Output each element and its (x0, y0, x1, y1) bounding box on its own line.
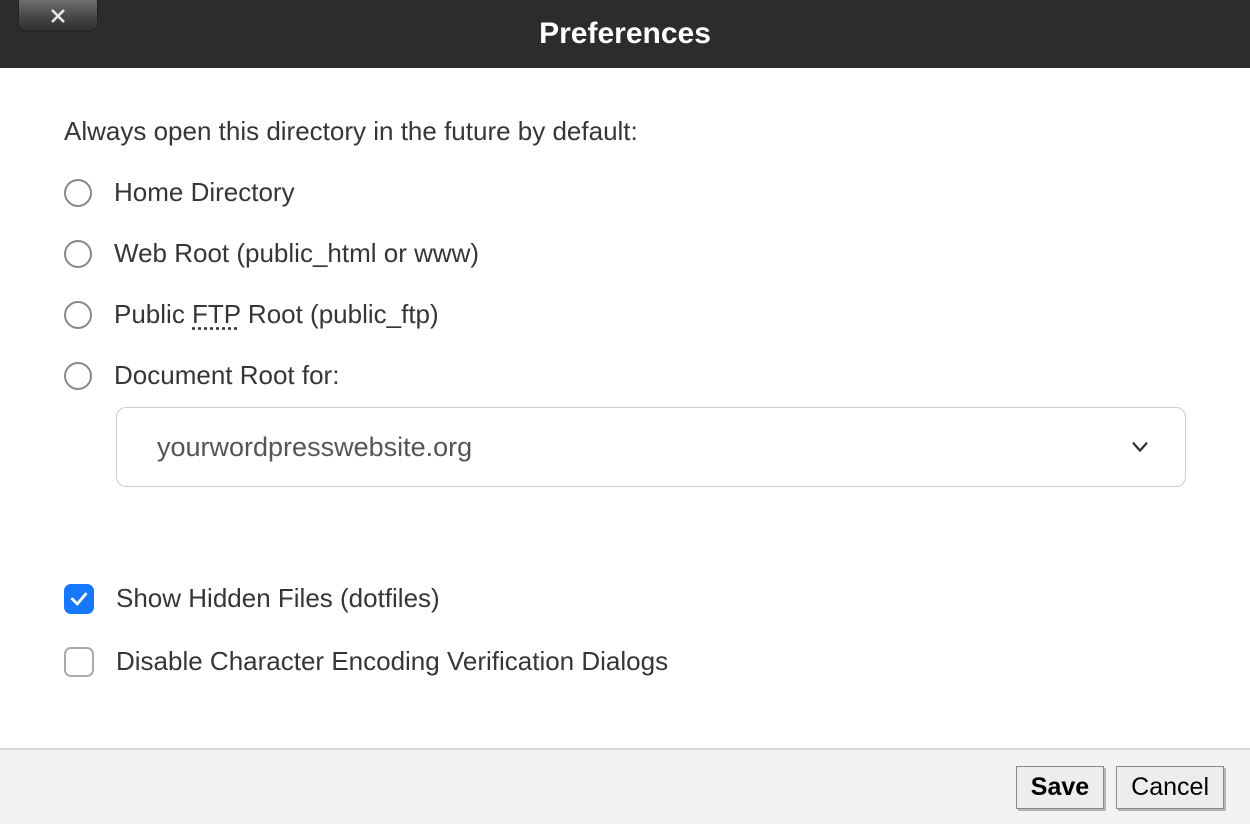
ftp-abbr: FTP (192, 299, 241, 329)
default-directory-radio-group: Home Directory Web Root (public_html or … (64, 177, 1186, 487)
document-root-select[interactable]: yourwordpresswebsite.org (116, 407, 1186, 487)
checkbox-icon (64, 647, 94, 677)
select-value: yourwordpresswebsite.org (157, 432, 472, 463)
radio-label: Document Root for: (114, 360, 339, 391)
default-directory-prompt: Always open this directory in the future… (64, 116, 1186, 147)
radio-icon (64, 240, 92, 268)
checkmark-icon (69, 589, 89, 609)
dialog-title: Preferences (539, 17, 711, 51)
radio-public-ftp-root[interactable]: Public FTP Root (public_ftp) (64, 299, 1186, 330)
checkbox-show-hidden-files[interactable]: Show Hidden Files (dotfiles) (64, 583, 1186, 614)
close-icon (49, 7, 67, 25)
radio-icon (64, 301, 92, 329)
radio-web-root[interactable]: Web Root (public_html or www) (64, 238, 1186, 269)
radio-label: Home Directory (114, 177, 295, 208)
radio-document-root[interactable]: Document Root for: (64, 360, 1186, 391)
chevron-down-icon (1129, 436, 1151, 458)
radio-home-directory[interactable]: Home Directory (64, 177, 1186, 208)
radio-icon (64, 179, 92, 207)
dialog-header: Preferences (0, 0, 1250, 68)
options-checkbox-group: Show Hidden Files (dotfiles) Disable Cha… (64, 583, 1186, 677)
radio-icon (64, 362, 92, 390)
radio-label: Public FTP Root (public_ftp) (114, 299, 439, 330)
dialog-content: Always open this directory in the future… (0, 68, 1250, 748)
close-button[interactable] (18, 0, 98, 32)
checkbox-icon (64, 584, 94, 614)
checkbox-label: Disable Character Encoding Verification … (116, 646, 668, 677)
save-button[interactable]: Save (1016, 766, 1104, 809)
checkbox-disable-encoding-dialogs[interactable]: Disable Character Encoding Verification … (64, 646, 1186, 677)
cancel-button[interactable]: Cancel (1116, 766, 1224, 809)
checkbox-label: Show Hidden Files (dotfiles) (116, 583, 440, 614)
dialog-footer: Save Cancel (0, 748, 1250, 824)
radio-label: Web Root (public_html or www) (114, 238, 479, 269)
